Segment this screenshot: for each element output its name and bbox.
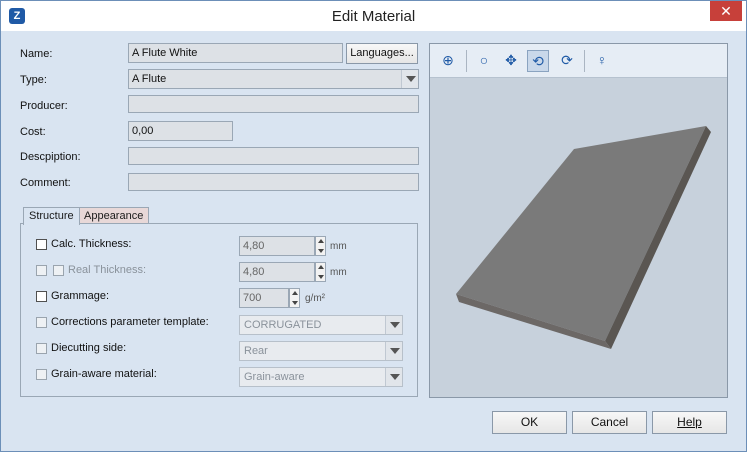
toolbar-separator: [584, 50, 585, 72]
type-value: A Flute: [132, 73, 167, 85]
calc-thickness-stepper[interactable]: [315, 236, 326, 256]
lighting-button[interactable]: ♀: [591, 50, 613, 72]
real-thickness-stepper[interactable]: [315, 262, 326, 282]
pan-button[interactable]: ✥: [500, 50, 522, 72]
corrections-dropdown[interactable]: CORRUGATED: [239, 315, 403, 335]
zoom-fit-button[interactable]: ⊕: [437, 50, 459, 72]
grain-value: Grain-aware: [244, 371, 305, 383]
tab-structure[interactable]: Structure: [23, 207, 80, 225]
calc-thickness-unit: mm: [330, 241, 347, 252]
diecutting-checkbox[interactable]: [36, 343, 47, 354]
grain-label: Grain-aware material:: [51, 368, 157, 380]
board-preview: [456, 126, 711, 349]
zoom-icon: ○: [479, 52, 489, 68]
corrections-value: CORRUGATED: [244, 319, 322, 331]
comment-label: Comment:: [20, 177, 71, 189]
tab-appearance[interactable]: Appearance: [78, 207, 150, 224]
diecutting-value: Rear: [244, 345, 268, 357]
grammage-input[interactable]: 700: [239, 288, 289, 308]
cost-field[interactable]: 0,00: [128, 121, 233, 141]
diecutting-label: Diecutting side:: [51, 342, 127, 354]
grammage-label: Grammage:: [51, 290, 110, 302]
calc-thickness-checkbox[interactable]: [36, 239, 47, 250]
producer-field[interactable]: [128, 95, 419, 113]
lightbulb-icon: ♀: [596, 52, 608, 68]
cost-label: Cost:: [20, 126, 46, 138]
ok-button[interactable]: OK: [492, 411, 567, 434]
chevron-down-icon: [385, 342, 402, 360]
corrections-checkbox[interactable]: [36, 317, 47, 328]
help-button[interactable]: Help: [652, 411, 727, 434]
calc-thickness-label: Calc. Thickness:: [51, 238, 132, 250]
viewer-toolbar: ⊕ ○ ✥ ⟲ ⟳ ♀: [430, 44, 727, 78]
pan-icon: ✥: [505, 52, 517, 68]
type-label: Type:: [20, 74, 47, 86]
cancel-button[interactable]: Cancel: [572, 411, 647, 434]
grammage-stepper[interactable]: [289, 288, 300, 308]
diecutting-dropdown[interactable]: Rear: [239, 341, 403, 361]
edit-material-dialog: Z Edit Material ✕ Name: A Flute White La…: [0, 0, 747, 452]
zoom-button[interactable]: ○: [473, 50, 495, 72]
real-thickness-label: Real Thickness:: [68, 264, 147, 276]
dialog-title: Edit Material: [331, 8, 416, 25]
grain-checkbox[interactable]: [36, 369, 47, 380]
name-field[interactable]: A Flute White: [128, 43, 343, 63]
close-icon: ✕: [720, 3, 732, 19]
corrections-label: Corrections parameter template:: [51, 316, 209, 328]
grammage-unit: g/m²: [305, 293, 325, 304]
calc-thickness-input[interactable]: 4,80: [239, 236, 315, 256]
description-label: Descpiption:: [20, 151, 81, 163]
orbit-button[interactable]: ⟳: [556, 50, 578, 72]
title-bar: Z Edit Material ✕: [1, 1, 746, 31]
real-thickness-enable-checkbox[interactable]: [36, 265, 47, 276]
real-thickness-input[interactable]: 4,80: [239, 262, 315, 282]
producer-label: Producer:: [20, 100, 68, 112]
description-field[interactable]: [128, 147, 419, 165]
material-3d-viewer[interactable]: ⊕ ○ ✥ ⟲ ⟳ ♀: [429, 43, 728, 398]
languages-button[interactable]: Languages...: [346, 43, 418, 64]
orbit-icon: ⟳: [561, 52, 573, 68]
rotate-button[interactable]: ⟲: [527, 50, 549, 72]
chevron-down-icon: [401, 70, 418, 88]
chevron-down-icon: [385, 368, 402, 386]
comment-field[interactable]: [128, 173, 419, 191]
real-thickness-unit: mm: [330, 267, 347, 278]
rotate-icon: ⟲: [532, 53, 544, 69]
name-label: Name:: [20, 48, 53, 60]
chevron-down-icon: [385, 316, 402, 334]
type-dropdown[interactable]: A Flute: [128, 69, 419, 89]
grain-dropdown[interactable]: Grain-aware: [239, 367, 403, 387]
grammage-checkbox[interactable]: [36, 291, 47, 302]
zoom-fit-icon: ⊕: [442, 52, 454, 68]
real-thickness-checkbox[interactable]: [53, 265, 64, 276]
toolbar-separator: [466, 50, 467, 72]
close-button[interactable]: ✕: [710, 1, 742, 21]
